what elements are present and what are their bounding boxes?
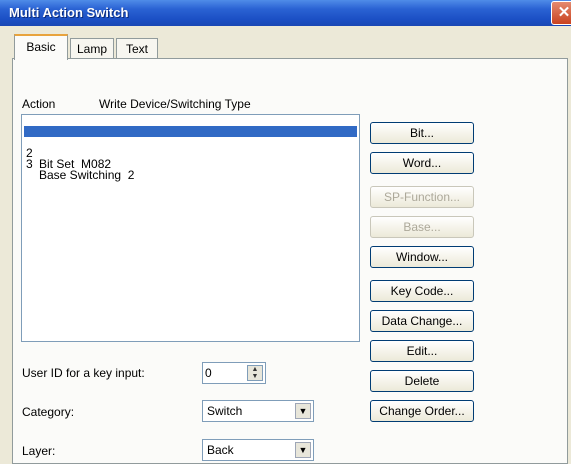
category-select[interactable]: Switch ▼ xyxy=(202,400,314,422)
user-id-input[interactable] xyxy=(205,365,243,381)
list-item-text: Base Switching 2 xyxy=(39,168,135,182)
category-label: Category: xyxy=(22,405,75,419)
layer-label: Layer: xyxy=(22,444,56,458)
title-bar: Multi Action Switch ✕ xyxy=(0,0,571,26)
list-item[interactable]: 3 Base Switching 2 xyxy=(24,148,357,181)
user-id-spinner[interactable]: ▲ ▼ xyxy=(202,362,266,384)
bit-button[interactable]: Bit... xyxy=(370,122,474,144)
tab-basic[interactable]: Basic xyxy=(14,34,68,60)
close-button[interactable]: ✕ xyxy=(551,1,571,25)
window-title: Multi Action Switch xyxy=(9,5,129,20)
change-order-button[interactable]: Change Order... xyxy=(370,400,474,422)
word-button[interactable]: Word... xyxy=(370,152,474,174)
window-button[interactable]: Window... xyxy=(370,246,474,268)
base-button: Base... xyxy=(370,216,474,238)
user-id-label: User ID for a key input: xyxy=(22,366,145,380)
column-header-device: Write Device/Switching Type xyxy=(99,97,251,111)
sp-function-button: SP-Function... xyxy=(370,186,474,208)
delete-button[interactable]: Delete xyxy=(370,370,474,392)
column-header-action: Action xyxy=(22,97,56,111)
tab-lamp[interactable]: Lamp xyxy=(70,38,114,58)
list-item-number: 3 xyxy=(26,157,33,171)
spin-up-icon[interactable]: ▲ xyxy=(248,366,262,373)
spin-down-icon[interactable]: ▼ xyxy=(248,373,262,380)
dropdown-arrow-icon[interactable]: ▼ xyxy=(295,403,311,419)
tab-text[interactable]: Text xyxy=(116,38,158,58)
action-list[interactable]: 1 Word Set VW100 + 0.00000 2 Bit Set M08… xyxy=(21,114,360,342)
key-code-button[interactable]: Key Code... xyxy=(370,280,474,302)
layer-select[interactable]: Back ▼ xyxy=(202,439,314,461)
layer-value: Back xyxy=(207,443,234,457)
list-item[interactable]: 2 Bit Set M082 xyxy=(24,137,357,170)
list-item-value: + 0.00000 xyxy=(184,157,238,171)
list-item[interactable]: 1 Word Set VW100 + 0.00000 xyxy=(24,126,357,170)
edit-button[interactable]: Edit... xyxy=(370,340,474,362)
dropdown-arrow-icon[interactable]: ▼ xyxy=(295,442,311,458)
data-change-button[interactable]: Data Change... xyxy=(370,310,474,332)
spinner-arrows[interactable]: ▲ ▼ xyxy=(247,365,263,381)
close-icon: ✕ xyxy=(557,4,571,21)
category-value: Switch xyxy=(207,404,243,418)
